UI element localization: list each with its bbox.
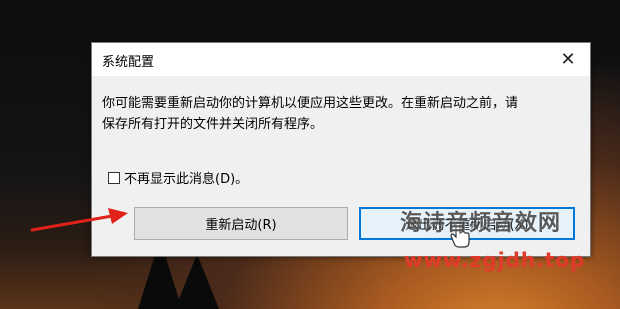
tree-silhouette xyxy=(175,254,219,309)
close-icon: ✕ xyxy=(560,49,576,70)
restart-button[interactable]: 重新启动(R) xyxy=(134,207,348,240)
message-line: 你可能需要重新启动你的计算机以便应用这些更改。在重新启动之前，请 xyxy=(102,96,519,111)
dialog-titlebar: 系统配置 ✕ xyxy=(92,43,590,76)
dont-show-again-label: 不再显示此消息(D)。 xyxy=(124,172,249,187)
dont-show-again-checkbox[interactable] xyxy=(108,171,120,184)
annotation-arrow-icon xyxy=(30,208,128,232)
dialog-title: 系统配置 xyxy=(102,55,155,70)
restart-button-label: 重新启动(R) xyxy=(205,218,277,233)
dialog-message: 你可能需要重新启动你的计算机以便应用这些更改。在重新启动之前，请 保存所有打开的… xyxy=(102,93,582,135)
message-line: 保存所有打开的文件并关闭所有程序。 xyxy=(102,117,324,132)
watermark-title: 海诗音频音效网 xyxy=(400,211,562,236)
watermark-url: www.zgjdh.top xyxy=(404,248,586,272)
dont-show-again-option[interactable]: 不再显示此消息(D)。 xyxy=(108,168,248,187)
close-button[interactable]: ✕ xyxy=(546,43,590,76)
